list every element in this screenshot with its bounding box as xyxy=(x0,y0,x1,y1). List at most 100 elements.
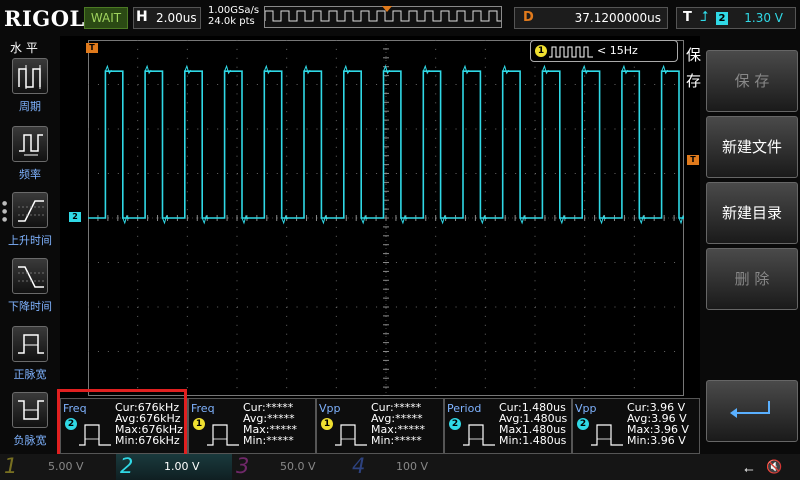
positive-width-button[interactable] xyxy=(12,326,48,362)
channel-4-status[interactable]: 4 100 V xyxy=(348,454,464,480)
page-dots: ● ● ● xyxy=(2,200,8,223)
edge-ringing xyxy=(621,64,629,75)
measurement-type-icon xyxy=(207,424,239,446)
measurement-name: Period xyxy=(447,402,482,415)
edge-ringing xyxy=(303,64,311,75)
horizontal-scale-value: 2.00us xyxy=(156,11,197,25)
channel-number: 1 xyxy=(4,454,18,478)
edge-ringing xyxy=(422,64,430,75)
edge-ringing xyxy=(224,64,231,75)
horizontal-measure-menu: 水 平 周期 频率 ● ● ● 上升时间 下降时间 正脉宽 负脉宽 xyxy=(0,36,60,454)
sample-rate: 1.00GSa/s xyxy=(208,5,260,16)
horizontal-timebase[interactable]: H 2.00us xyxy=(133,7,201,29)
return-arrow-icon xyxy=(730,401,770,418)
square-wave-icon xyxy=(549,46,593,58)
measurement-cell[interactable]: Vpp 1 Cur:***** Avg:***** Max:***** Min:***** xyxy=(316,398,444,454)
measurement-cell[interactable]: Freq 1 Cur:***** Avg:***** Max:***** Min:****… xyxy=(188,398,316,454)
edge-ringing xyxy=(541,64,549,75)
fall-time-icon xyxy=(18,266,44,288)
trigger-level-marker[interactable]: T xyxy=(687,155,699,165)
edge-ringing xyxy=(383,64,390,75)
channel-status-bar: 1 5.00 V 2 1.00 V 3 50.0 V 4 100 V ⭠ 🔇 xyxy=(0,454,800,480)
measurement-values: Cur:3.96 V Avg:3.96 V Max:3.96 V Min:3.96 V xyxy=(627,402,689,446)
negative-width-button[interactable] xyxy=(12,392,48,428)
rising-edge-icon: ⮥ xyxy=(700,9,709,25)
period-label: 周期 xyxy=(19,100,41,113)
measurement-values: Cur:***** Avg:***** Max:***** Min:***** xyxy=(371,402,425,446)
measurement-channel-badge: 2 xyxy=(577,418,589,430)
channel-scale: 100 V xyxy=(396,460,429,473)
measurement-values: Cur:***** Avg:***** Max:***** Min:***** xyxy=(243,402,297,446)
delete-button[interactable]: 删 除 xyxy=(706,248,798,310)
trigger-channel-badge: 2 xyxy=(716,12,728,25)
measurement-type-icon xyxy=(335,424,367,446)
delay-value: 37.1200000us xyxy=(574,11,661,25)
measurement-minimum: Min:3.96 V xyxy=(627,434,686,447)
save-title-char-2: 存 xyxy=(686,72,702,90)
ch1-frequency-value: < 15Hz xyxy=(597,44,638,57)
period-icon xyxy=(18,65,41,89)
run-state-badge[interactable]: WAIT xyxy=(84,7,128,29)
trigger-position-marker[interactable]: T xyxy=(86,43,98,53)
ch1-badge: 1 xyxy=(535,45,547,57)
channel-2-status[interactable]: 2 1.00 V xyxy=(116,454,232,480)
new-file-button[interactable]: 新建文件 xyxy=(706,116,798,178)
channel-scale: 1.00 V xyxy=(164,460,200,473)
period-button[interactable] xyxy=(12,58,48,94)
highlight-box xyxy=(57,389,187,461)
frequency-label: 频率 xyxy=(19,168,41,181)
waveform-grid[interactable] xyxy=(88,40,684,396)
positive-width-label: 正脉宽 xyxy=(13,368,47,381)
measurement-name: Freq xyxy=(191,402,215,415)
trigger-display[interactable]: T ⮥ 2 1.30 V xyxy=(676,7,796,29)
trigger-position-pointer xyxy=(382,6,392,12)
return-button[interactable] xyxy=(706,380,798,442)
edge-ringing xyxy=(661,64,669,75)
edge-ringing xyxy=(144,64,152,75)
top-status-bar: RIGOL WAIT H 2.00us 1.00GSa/s 24.0k pts … xyxy=(0,0,800,36)
frequency-button[interactable] xyxy=(12,126,48,162)
channel-1-status[interactable]: 1 5.00 V xyxy=(0,454,116,480)
delay-key: D xyxy=(523,10,534,25)
memory-depth: 24.0k pts xyxy=(208,16,255,27)
channel-scale: 5.00 V xyxy=(48,460,84,473)
measurement-name: Vpp xyxy=(575,402,597,415)
usb-icon: ⭠ xyxy=(744,462,754,476)
edge-ringing xyxy=(263,64,271,75)
frequency-icon xyxy=(19,134,43,156)
edge-ringing xyxy=(462,64,470,75)
acquisition-info: 1.00GSa/s 24.0k pts xyxy=(208,5,259,27)
channel-scale: 50.0 V xyxy=(280,460,316,473)
measurement-minimum: Min:***** xyxy=(243,434,294,447)
save-menu-title: 保 存 xyxy=(686,42,706,94)
fall-time-button[interactable] xyxy=(12,258,48,294)
horizontal-key: H xyxy=(136,9,148,25)
edge-ringing xyxy=(581,64,589,75)
channel-3-status[interactable]: 3 50.0 V xyxy=(232,454,348,480)
rise-time-button[interactable] xyxy=(12,192,48,228)
rigol-logo: RIGOL xyxy=(4,6,85,31)
measurement-type-icon xyxy=(463,424,495,446)
measurement-values: Cur:1.480us Avg:1.480us Max1.480us Min:1.48… xyxy=(499,402,567,446)
edge-ringing xyxy=(343,64,351,75)
negative-width-label: 负脉宽 xyxy=(13,434,47,447)
measurement-channel-badge: 1 xyxy=(193,418,205,430)
measurement-cell[interactable]: Vpp 2 Cur:3.96 V Avg:3.96 V Max:3.96 V Min:3.… xyxy=(572,398,700,454)
save-button[interactable]: 保 存 xyxy=(706,50,798,112)
channel-number: 3 xyxy=(236,454,250,478)
measurement-cell[interactable]: Period 2 Cur:1.480us Avg:1.480us Max1.480us M… xyxy=(444,398,572,454)
menu-title: 水 平 xyxy=(10,41,38,55)
channel2-offset-marker[interactable]: 2 xyxy=(69,212,81,222)
measurement-channel-badge: 1 xyxy=(321,418,333,430)
channel-number: 2 xyxy=(120,454,134,478)
measurement-minimum: Min:***** xyxy=(371,434,422,447)
memory-overview-strip xyxy=(264,6,502,28)
trigger-level-value: 1.30 V xyxy=(744,11,783,25)
speaker-mute-icon[interactable]: 🔇 xyxy=(766,460,782,475)
new-folder-button[interactable]: 新建目录 xyxy=(706,182,798,244)
trigger-key: T xyxy=(683,10,692,25)
edge-ringing xyxy=(502,64,510,75)
measurement-type-icon xyxy=(591,424,623,446)
edge-ringing xyxy=(104,64,112,75)
delay-display[interactable]: D 37.1200000us xyxy=(514,7,668,29)
